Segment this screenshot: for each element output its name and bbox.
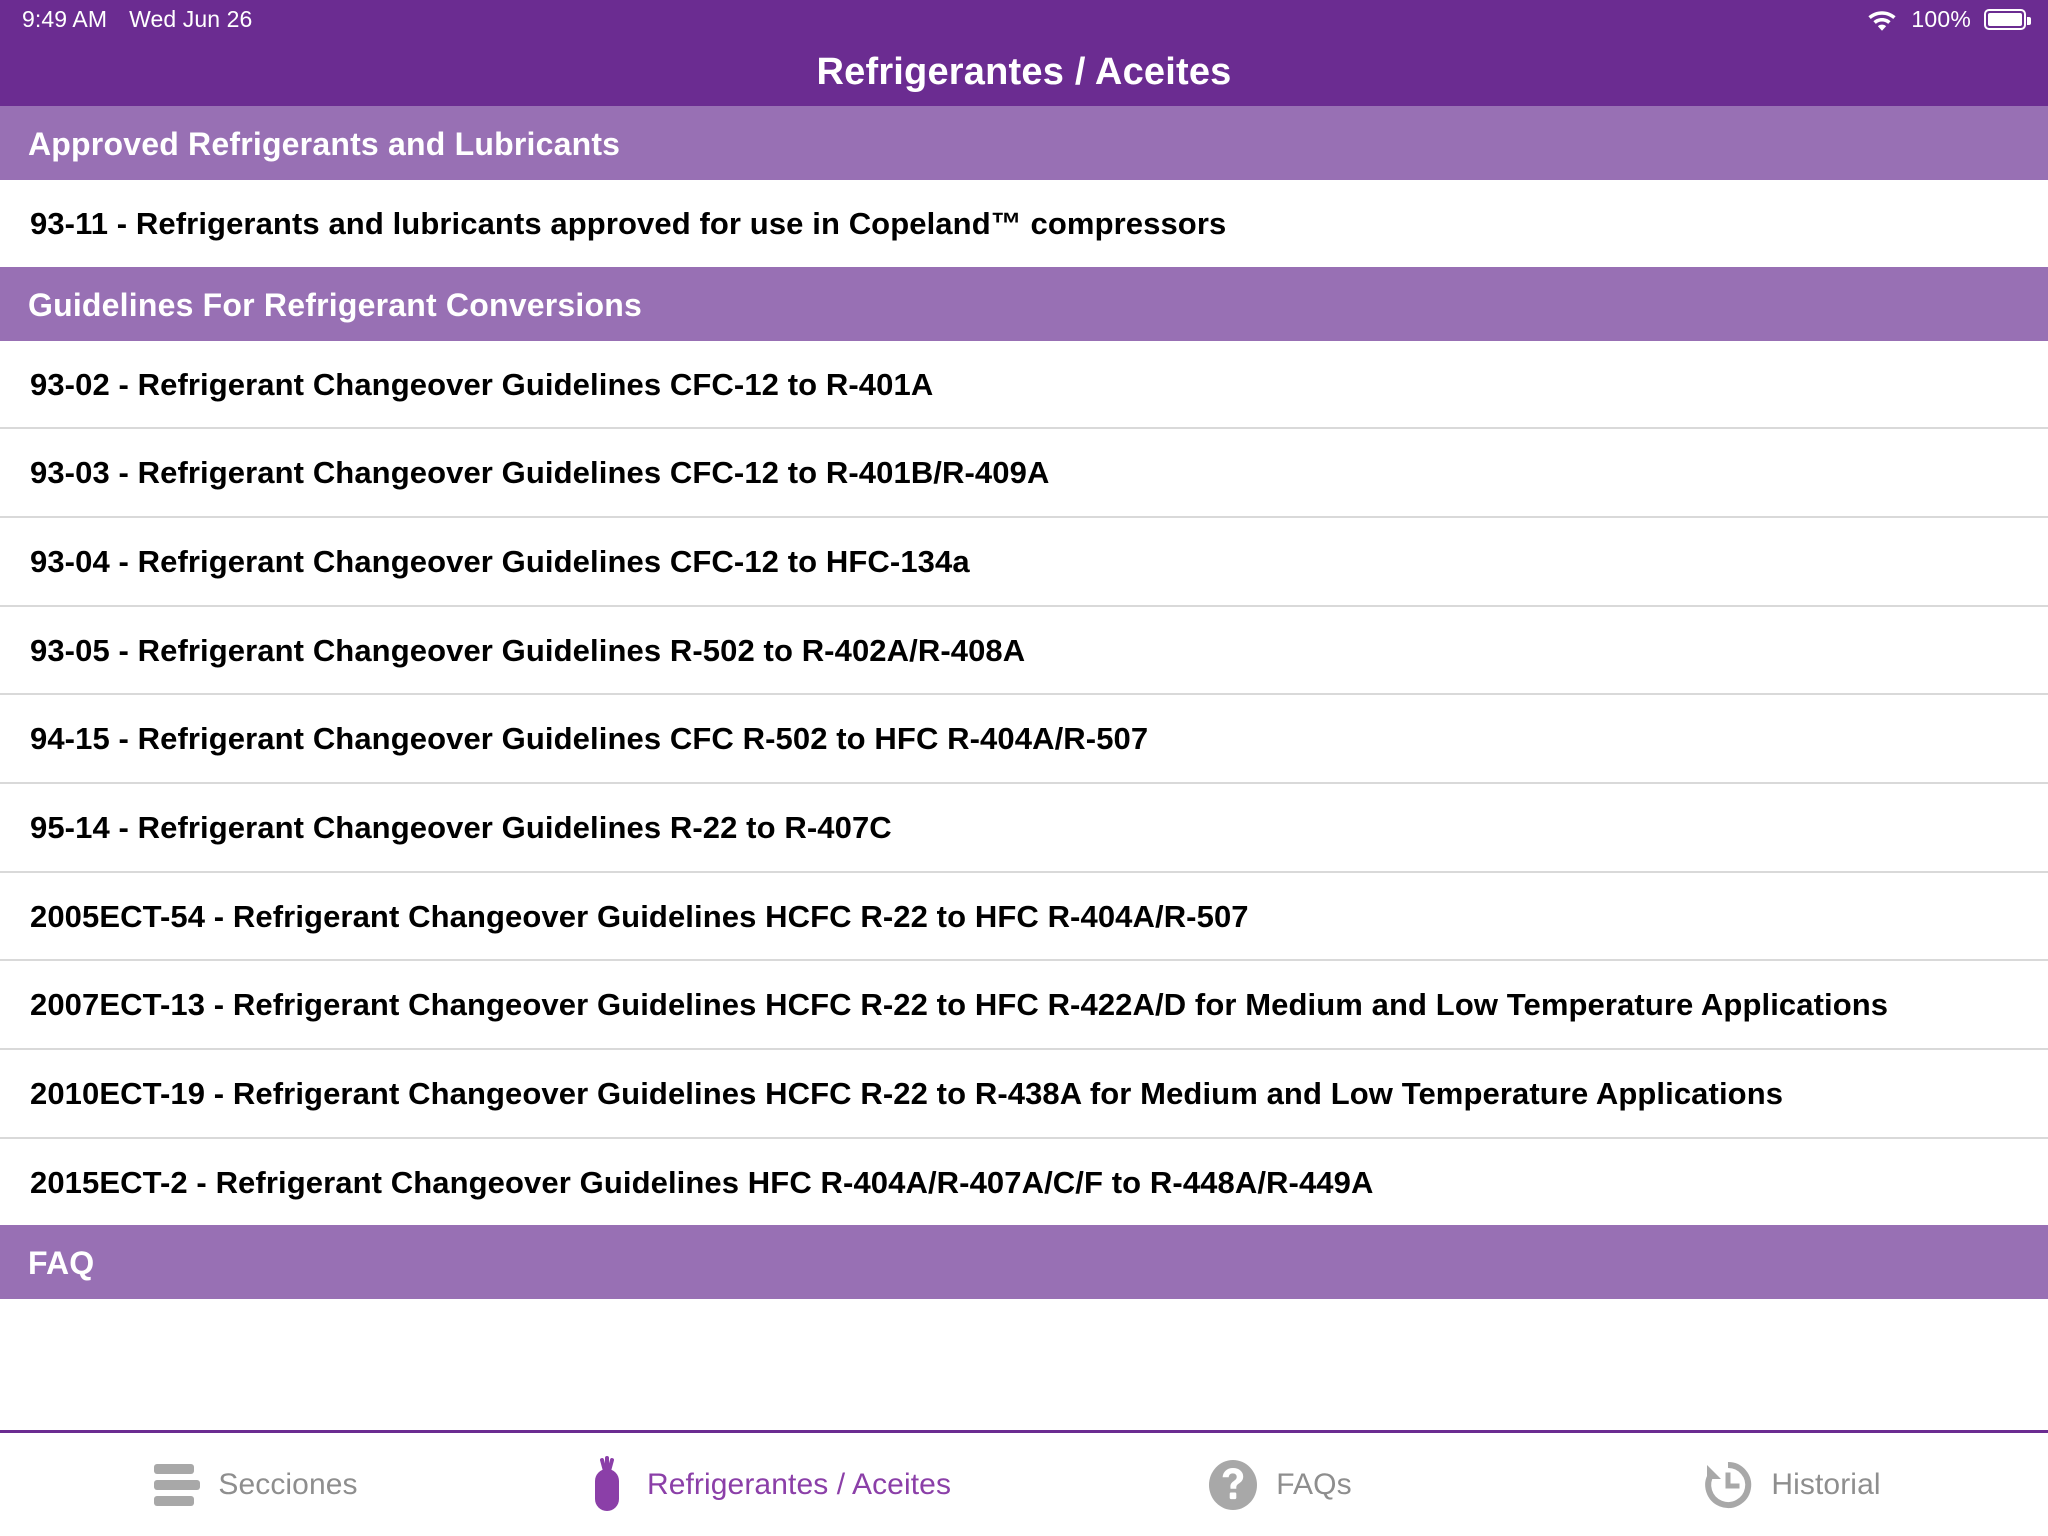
tab-label: Refrigerantes / Aceites [646, 1467, 952, 1501]
tab-secciones[interactable]: Secciones [0, 1433, 512, 1536]
wifi-icon [1866, 7, 1898, 31]
section-header: Guidelines For Refrigerant Conversions [0, 266, 2048, 341]
battery-full-icon [1984, 8, 2031, 30]
tab-label: Historial [1771, 1467, 1881, 1501]
page-title: Refrigerantes / Aceites [816, 50, 1232, 93]
status-bar-date: Wed Jun 26 [129, 5, 253, 32]
section-header: Approved Refrigerants and Lubricants [0, 106, 2048, 180]
tab-label: Secciones [218, 1467, 358, 1501]
list-item[interactable]: 93-03 - Refrigerant Changeover Guideline… [0, 429, 2048, 519]
tab-historial[interactable]: Historial [1536, 1433, 2048, 1536]
list-item[interactable]: 93-11 - Refrigerants and lubricants appr… [0, 180, 2048, 267]
list-item[interactable]: 93-04 - Refrigerant Changeover Guideline… [0, 518, 2048, 607]
history-rewind-icon [1703, 1459, 1753, 1511]
question-mark-circle-icon [1208, 1459, 1258, 1511]
list-item[interactable]: 93-05 - Refrigerant Changeover Guideline… [0, 606, 2048, 696]
status-bar-time: 9:49 AM [22, 5, 108, 32]
bottom-tab-bar: Secciones Refrigerantes / Aceites FAQs Hist… [0, 1430, 2048, 1536]
status-bar-right: 100% [1866, 5, 2031, 33]
app-root: 9:49 AM Wed Jun 26 100% Refrigerantes / … [0, 0, 2048, 1536]
status-bar: 9:49 AM Wed Jun 26 100% [0, 0, 2048, 38]
section-header: FAQ [0, 1225, 2048, 1300]
tab-refrigerantes-aceites[interactable]: Refrigerantes / Aceites [512, 1433, 1024, 1536]
tab-label: FAQs [1276, 1467, 1352, 1501]
list-item[interactable]: 2007ECT-13 - Refrigerant Changeover Guid… [0, 961, 2048, 1051]
content-list[interactable]: Approved Refrigerants and Lubricants 93-1… [0, 106, 2048, 1430]
tab-faqs[interactable]: FAQs [1024, 1433, 1536, 1536]
nav-bar: Refrigerantes / Aceites [0, 38, 2048, 106]
list-item[interactable]: 95-14 - Refrigerant Changeover Guideline… [0, 784, 2048, 873]
status-bar-left: 9:49 AM Wed Jun 26 [22, 6, 252, 33]
refrigerant-cylinder-icon [585, 1455, 629, 1514]
list-item[interactable]: 93-02 - Refrigerant Changeover Guideline… [0, 340, 2048, 430]
hamburger-menu-icon [154, 1463, 201, 1506]
list-item[interactable]: 94-15 - Refrigerant Changeover Guideline… [0, 695, 2048, 785]
list-item[interactable]: 2015ECT-2 - Refrigerant Changeover Guide… [0, 1138, 2048, 1226]
battery-percent-label: 100% [1911, 5, 1971, 32]
list-item[interactable]: 2010ECT-19 - Refrigerant Changeover Guid… [0, 1050, 2048, 1139]
list-item[interactable]: 2005ECT-54 - Refrigerant Changeover Guid… [0, 872, 2048, 962]
